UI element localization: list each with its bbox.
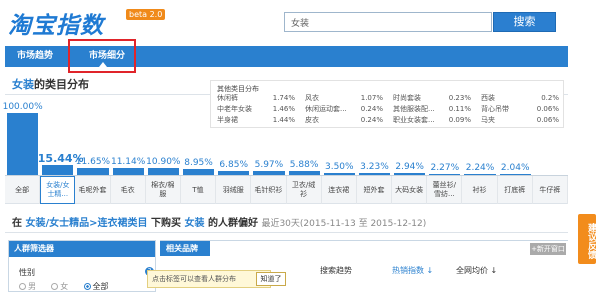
filter-title: 人群筛选器 <box>9 241 155 257</box>
category-tab[interactable]: 牛仔裤 <box>533 176 568 204</box>
radio-icon[interactable] <box>83 283 91 290</box>
chart-bar[interactable] <box>112 168 144 175</box>
preference-heading: 在 女装/女士精品>连衣裙类目 下购买 女装 的人群偏好 最近30天(2015-… <box>12 214 426 229</box>
chart-value-label: 2.94% <box>395 162 424 173</box>
chart-value-label: 100.00% <box>2 102 43 112</box>
gender-male-option[interactable]: 男 <box>19 282 36 291</box>
crumb-middle: 下购买 <box>151 218 181 229</box>
chart-bar[interactable] <box>77 167 109 175</box>
category-tab[interactable]: 连衣裙 <box>322 176 357 204</box>
logo[interactable]: 淘宝指数 <box>8 6 104 40</box>
highlight-box <box>68 39 136 73</box>
crumb-category-path[interactable]: 女装/女士精品>连衣裙类目 <box>25 218 147 229</box>
crumb-keyword: 女装 <box>184 218 205 229</box>
got-it-button[interactable]: 知道了 <box>256 272 286 286</box>
category-tab[interactable]: 棉衣/棉服 <box>146 176 181 204</box>
search-input[interactable] <box>284 12 492 32</box>
chart-value-label: 6.85% <box>219 159 249 170</box>
chart-value-label: 2.24% <box>465 162 495 173</box>
beta-badge: beta 2.0 <box>126 9 166 20</box>
tab-related-brands[interactable]: 相关品牌 <box>160 241 210 256</box>
search-button[interactable]: 搜索 <box>493 12 556 32</box>
chart-bar[interactable] <box>147 168 179 175</box>
category-tab[interactable]: 毛呢外套 <box>75 176 111 204</box>
category-tab[interactable]: 羽绒服 <box>216 176 252 204</box>
chart-value-label: 8.95% <box>184 158 213 169</box>
col-hot-sale-index[interactable]: 热销指数 ↓ <box>392 265 433 276</box>
crumb-suffix: 的人群偏好 <box>207 218 258 229</box>
hint-tooltip: 点击标签可以查看人群分布 <box>147 270 271 288</box>
gender-female-option[interactable]: 女 <box>51 282 68 291</box>
legend-title: 其他类目分布 <box>217 85 259 93</box>
chart-value-label: 10.90% <box>146 157 181 168</box>
chart-value-label: 2.04% <box>500 162 530 173</box>
crumb-date-range: 最近30天(2015-11-13 至 2015-12-12) <box>261 219 427 229</box>
divider <box>5 232 568 233</box>
category-tabs: 全部 女装/女士精... 毛呢外套 毛衣 棉衣/棉服 T恤 羽绒服 毛针织衫 卫衣/绒衫 连衣裙短… <box>5 176 568 204</box>
chart-value-label: 2.27% <box>430 162 460 173</box>
category-tab[interactable]: 蕾丝衫/雪纺... <box>427 176 463 204</box>
chart-value-label: 3.50% <box>324 161 354 172</box>
category-tab[interactable]: 毛衣 <box>111 176 146 204</box>
category-bar-chart: 100.00% 15.44% 11.65% 11.14% 10.90% 8.95% 6.85… <box>2 100 568 175</box>
gender-all-option[interactable]: 全部 <box>83 282 109 291</box>
category-tab[interactable]: 毛针织衫 <box>251 176 287 204</box>
category-tab[interactable]: 女装/女士精... <box>40 176 76 204</box>
chart-value-label: 11.14% <box>110 157 146 168</box>
tab-market-trend[interactable]: 市场趋势 <box>11 46 59 67</box>
section-title-suffix: 的类目分布 <box>34 78 89 91</box>
col-avg-price[interactable]: 全网均价 ↓ <box>456 265 497 276</box>
gender-label: 性别 <box>19 268 35 277</box>
crumb-prefix: 在 <box>12 218 22 229</box>
chart-value-label: 5.88% <box>289 160 319 171</box>
category-tab[interactable]: 打底裤 <box>498 176 533 204</box>
chart-value-label: 5.97% <box>254 160 284 171</box>
section-title: 女装的类目分布 <box>12 76 89 92</box>
radio-icon[interactable] <box>51 283 59 290</box>
category-tab[interactable]: 短外套 <box>357 176 393 204</box>
category-tab[interactable]: 卫衣/绒衫 <box>287 176 322 204</box>
gender-options: 男 女 全部 <box>19 281 109 292</box>
chart-value-label: 11.65% <box>75 156 111 167</box>
feedback-button[interactable]: 建议反馈 <box>578 214 596 264</box>
chart-value-label: 3.23% <box>360 161 389 172</box>
gender-male-label: 男 <box>28 282 36 291</box>
gender-all-label: 全部 <box>92 282 109 291</box>
new-window-button[interactable]: +新开窗口 <box>530 243 566 255</box>
category-tab[interactable]: T恤 <box>181 176 217 204</box>
audience-filter-panel: 人群筛选器 性别 ? 男 女 全部 <box>8 240 156 292</box>
category-tab[interactable]: 大码女装 <box>392 176 428 204</box>
chart-value-label: 15.44% <box>37 152 84 166</box>
category-tab[interactable]: 衬衫 <box>462 176 498 204</box>
chart-bar[interactable] <box>7 113 39 175</box>
category-tab[interactable]: 全部 <box>5 176 41 204</box>
radio-icon[interactable] <box>19 283 26 290</box>
col-search-trend[interactable]: 搜索趋势 <box>320 265 352 276</box>
gender-female-label: 女 <box>60 282 69 291</box>
section-keyword: 女装 <box>12 78 34 91</box>
chart-bar[interactable] <box>42 165 74 175</box>
